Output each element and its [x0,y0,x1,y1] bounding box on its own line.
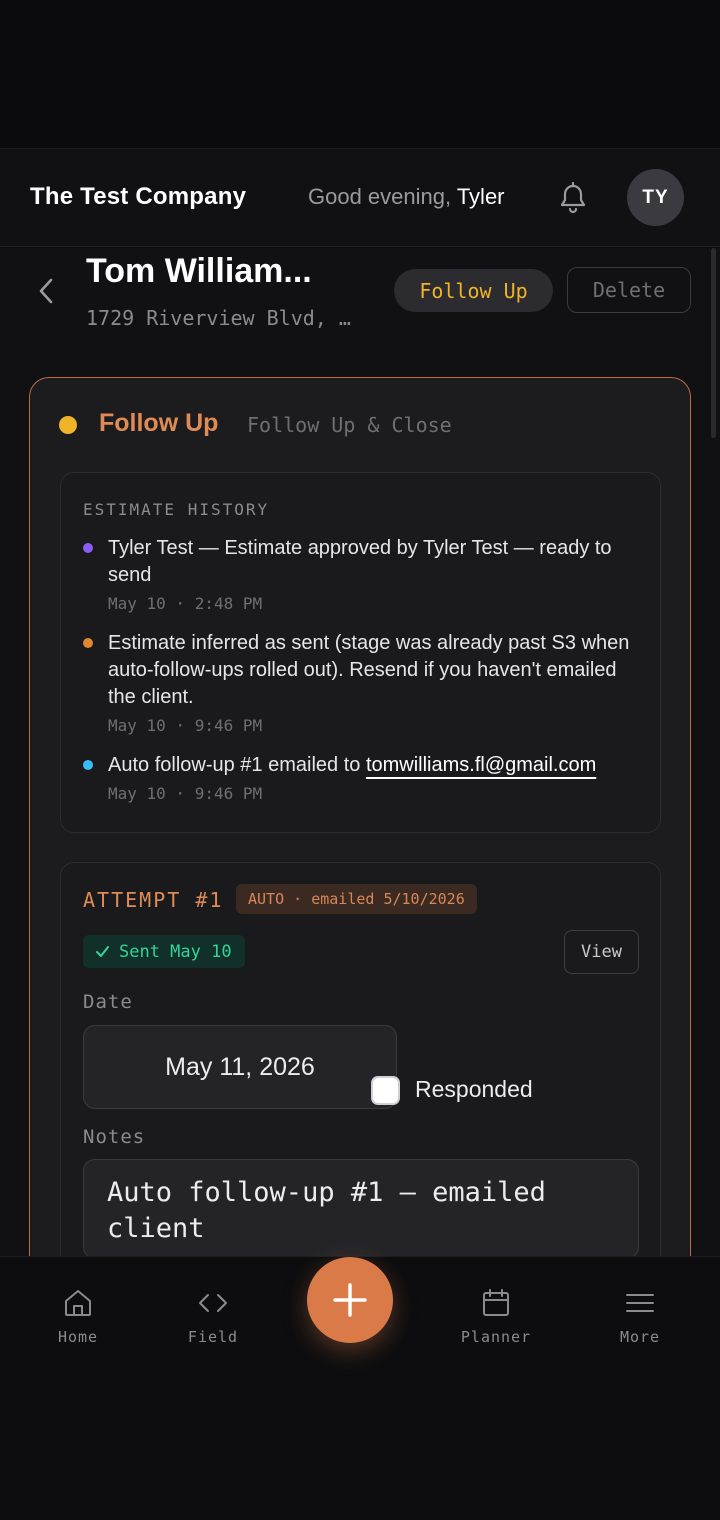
estimate-history-title: ESTIMATE HISTORY [83,500,270,519]
stage-card: Follow Up Follow Up & Close ESTIMATE HIS… [29,377,691,1256]
history-item: Auto follow-up #1 emailed to tomwilliams… [83,752,643,803]
calendar-icon [483,1289,509,1316]
nav-planner[interactable]: Planner [441,1257,551,1346]
stage-status-dot [59,416,77,434]
greeting-prefix: Good evening, [308,184,452,209]
sent-badge: Sent May 10 [83,935,245,968]
status-bar [0,0,720,148]
follow-up-button[interactable]: Follow Up [394,269,553,312]
date-field[interactable]: May 11, 2026 [83,1025,397,1109]
add-button[interactable] [307,1257,393,1343]
notifications-bell-icon[interactable] [556,179,590,215]
history-item: Estimate inferred as sent (stage was alr… [83,630,643,735]
nav-planner-label: Planner [460,1328,532,1346]
stage-title: Follow Up [99,409,219,437]
history-dot [83,760,93,770]
greeting: Good evening, Tyler [308,184,505,210]
auto-email-badge: AUTO · emailed 5/10/2026 [236,884,477,914]
nav-more[interactable]: More [585,1257,695,1346]
history-item-time: May 10 · 9:46 PM [108,784,263,803]
plus-icon [333,1283,367,1317]
history-item-time: May 10 · 9:46 PM [108,716,263,735]
nav-field-label: Field [187,1328,239,1346]
history-item-text: Auto follow-up #1 emailed to tomwilliams… [108,752,643,779]
notes-label: Notes [83,1126,146,1148]
history-item-text: Tyler Test — Estimate approved by Tyler … [108,537,612,586]
delete-button[interactable]: Delete [567,267,691,313]
job-detail-content[interactable]: Tom William... 1729 Riverview Blvd, … Fo… [0,248,720,1256]
menu-icon [626,1294,654,1312]
nav-more-label: More [619,1328,661,1346]
company-name: The Test Company [30,183,247,210]
attempt-title: ATTEMPT #1 [83,888,224,912]
code-brackets-icon [199,1294,227,1312]
responded-checkbox[interactable] [371,1076,400,1105]
home-icon [65,1290,91,1316]
avatar[interactable]: TY [627,169,684,226]
view-button[interactable]: View [564,930,639,974]
history-item: Tyler Test — Estimate approved by Tyler … [83,535,643,613]
scrollbar[interactable] [711,248,716,438]
nav-home-label: Home [57,1328,99,1346]
notes-field[interactable]: Auto follow-up #1 — emailed client [83,1159,639,1256]
history-dot [83,638,93,648]
stage-subtitle: Follow Up & Close [247,413,452,437]
history-item-prefix: Auto follow-up #1 emailed to [108,754,366,776]
back-chevron-icon[interactable] [34,276,58,306]
nav-field[interactable]: Field [158,1257,268,1346]
customer-address: 1729 Riverview Blvd, … [86,306,351,330]
greeting-user-name: Tyler [456,184,505,209]
history-dot [83,543,93,553]
sent-badge-label: Sent May 10 [119,941,232,962]
responded-label: Responded [415,1076,533,1102]
check-icon [96,946,109,957]
customer-name: Tom William... [86,252,312,290]
estimate-history: ESTIMATE HISTORY Tyler Test — Estimate a… [60,472,661,833]
attempt-card: ATTEMPT #1 AUTO · emailed 5/10/2026 Sent… [60,862,661,1256]
history-item-text: Estimate inferred as sent (stage was alr… [108,632,630,708]
client-email-link[interactable]: tomwilliams.fl@gmail.com [366,754,596,776]
date-label: Date [83,991,133,1013]
nav-home[interactable]: Home [23,1257,133,1346]
history-item-time: May 10 · 2:48 PM [108,594,263,613]
app-header: The Test Company Good evening, Tyler TY [0,148,720,247]
